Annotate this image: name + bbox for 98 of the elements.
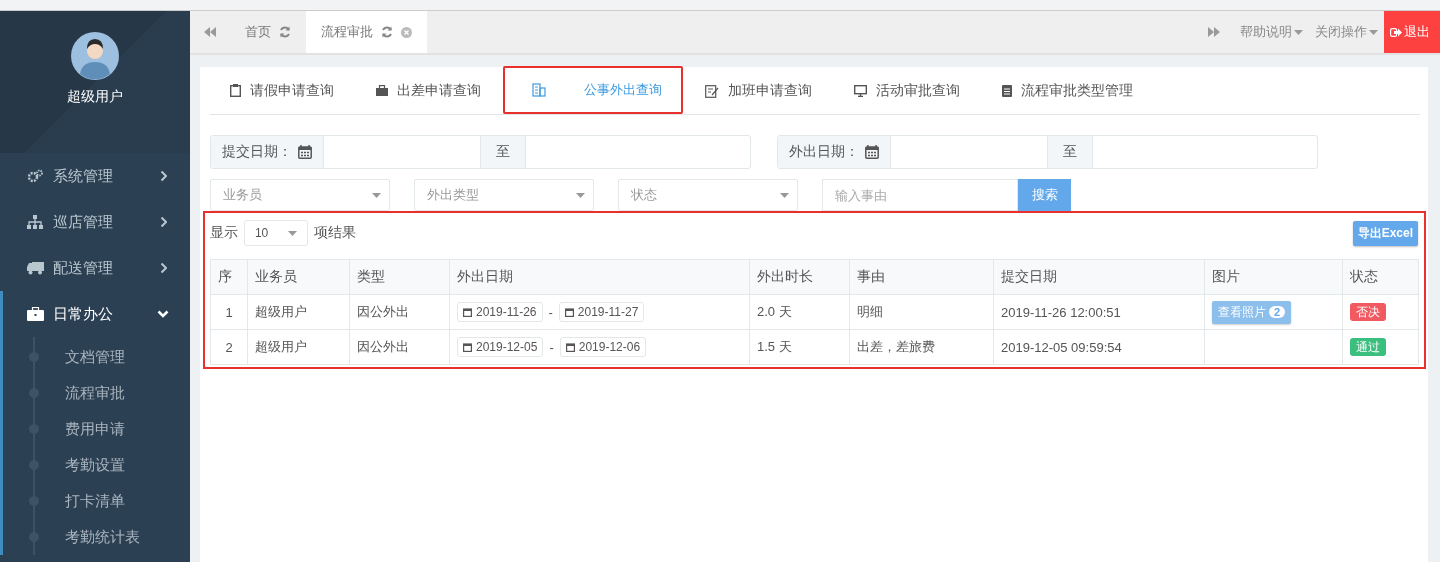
date-range-field[interactable]: 提交日期： 至	[210, 135, 751, 169]
select-field[interactable]: 外出类型	[414, 179, 594, 211]
submenu-item[interactable]: 流程审批	[65, 383, 125, 403]
column-header: 事由	[849, 259, 994, 295]
date-range-field[interactable]: 外出日期： 至	[777, 135, 1318, 169]
query-tab[interactable]: 公事外出查询	[503, 66, 683, 114]
table-cell: 因公外出	[349, 294, 450, 330]
menu-item[interactable]: 日常办公	[3, 291, 190, 337]
menu-item[interactable]: 系统管理	[3, 153, 190, 199]
document-icon	[1002, 84, 1012, 97]
table-cell: 超级用户	[247, 294, 350, 330]
column-header: 序	[210, 259, 248, 295]
column-header: 业务员	[247, 259, 350, 295]
refresh-icon	[381, 26, 393, 38]
calendar-icon	[463, 307, 472, 317]
gears-icon	[27, 169, 43, 183]
show-label: 显示	[210, 224, 238, 242]
table-cell: 1	[210, 294, 248, 330]
calendar-icon	[565, 342, 575, 352]
column-header: 类型	[349, 259, 450, 295]
status-badge: 通过	[1350, 337, 1386, 356]
table-cell: 2019-11-26 12:00:51	[993, 294, 1205, 330]
column-header: 外出日期	[449, 259, 750, 295]
page-tab[interactable]: 首页	[230, 11, 306, 53]
table-cell: 超级用户	[247, 329, 350, 365]
query-tab[interactable]: 加班申请查询	[685, 67, 832, 114]
page-tab[interactable]: 流程审批	[306, 11, 427, 53]
briefcase-icon	[26, 307, 44, 321]
select-field[interactable]: 业务员	[210, 179, 390, 211]
query-tab[interactable]: 流程审批类型管理	[982, 67, 1153, 114]
caret-icon	[288, 230, 298, 236]
table-cell: 2	[210, 329, 248, 365]
range-separator: 至	[1063, 143, 1077, 161]
monitor-icon	[854, 84, 867, 97]
caret-icon	[1369, 29, 1378, 35]
submenu-item[interactable]: 考勤统计表	[65, 527, 140, 547]
close-icon[interactable]	[401, 26, 412, 38]
column-header: 外出时长	[749, 259, 850, 295]
range-separator: 至	[496, 143, 510, 161]
user-name: 超级用户	[67, 88, 123, 106]
submenu-item[interactable]: 文档管理	[65, 347, 125, 367]
refresh-icon	[279, 26, 291, 38]
table-cell: 2.0 天	[749, 294, 850, 330]
date-label: 外出日期：	[789, 143, 859, 161]
menu-item[interactable]: 配送管理	[3, 245, 190, 291]
query-tab[interactable]: 活动审批查询	[834, 67, 980, 114]
calendar-icon	[564, 307, 574, 317]
dropdown-menu[interactable]: 关闭操作	[1309, 11, 1384, 53]
double-right-icon	[1208, 27, 1220, 37]
chevron-down-icon	[157, 310, 169, 318]
table-cell: 1.5 天	[749, 329, 850, 365]
sitemap-icon	[27, 215, 43, 229]
date-separator: -	[548, 304, 553, 320]
date-tag: 2019-11-26	[457, 302, 543, 322]
date-label: 提交日期：	[222, 143, 292, 161]
date-separator: -	[549, 339, 554, 355]
search-field[interactable]: 输入事由	[822, 179, 1018, 211]
column-header: 图片	[1204, 259, 1343, 295]
chevron-right-icon	[159, 216, 167, 228]
date-tag: 2019-12-06	[559, 337, 647, 357]
chevron-right-icon	[159, 170, 167, 182]
table-cell: 因公外出	[349, 329, 450, 365]
date-tag: 2019-12-05	[457, 337, 544, 357]
calendar-icon	[298, 145, 312, 159]
caret-icon	[780, 192, 789, 198]
count-badge: 2	[1269, 306, 1286, 318]
logout-button[interactable]: 退出	[1384, 11, 1440, 53]
caret-icon	[1294, 29, 1303, 35]
select-field[interactable]: 状态	[618, 179, 798, 211]
query-tab[interactable]: 请假申请查询	[210, 67, 354, 114]
menu-item[interactable]: 巡店管理	[3, 199, 190, 245]
page-size-select[interactable]: 10	[244, 220, 308, 246]
table-cell: 出差，差旅费	[849, 329, 994, 365]
table-cell: 明细	[849, 294, 994, 330]
sign-out-icon	[1390, 26, 1402, 38]
avatar-icon	[71, 32, 119, 80]
query-tab[interactable]: 出差申请查询	[356, 67, 501, 114]
results-label: 项结果	[314, 224, 356, 242]
caret-icon	[372, 192, 381, 198]
status-badge: 否决	[1350, 302, 1386, 321]
calendar-icon	[865, 145, 879, 159]
submenu-item[interactable]: 费用申请	[65, 419, 125, 439]
bag-icon	[376, 85, 388, 96]
calendar-icon	[463, 342, 472, 352]
submenu-item[interactable]: 考勤设置	[65, 455, 125, 475]
date-tag: 2019-11-27	[558, 302, 645, 322]
column-header: 状态	[1342, 259, 1419, 295]
truck-icon	[26, 261, 44, 275]
dropdown-menu[interactable]: 帮助说明	[1234, 11, 1309, 53]
clipboard-icon	[230, 84, 241, 97]
chevron-right-icon	[159, 262, 167, 274]
building-icon	[532, 83, 546, 97]
double-left-icon	[204, 27, 216, 37]
caret-icon	[576, 192, 585, 198]
table-cell: 2019-12-05 09:59:54	[993, 329, 1205, 365]
submenu-item[interactable]: 打卡清单	[65, 491, 125, 511]
edit-icon	[705, 83, 719, 98]
column-header: 提交日期	[993, 259, 1205, 295]
